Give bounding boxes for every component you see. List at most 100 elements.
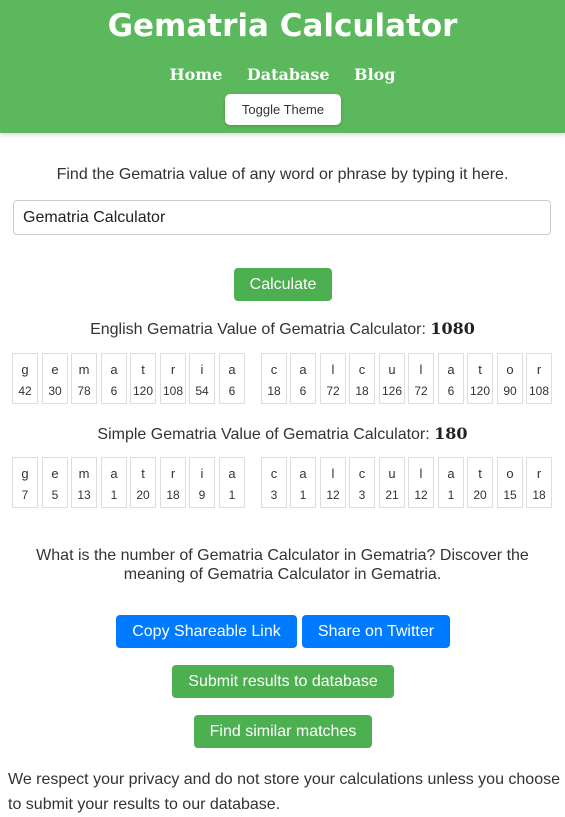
letter-cell: l 12 bbox=[320, 457, 346, 508]
letter-char: g bbox=[21, 362, 29, 377]
letter-cell: g7 bbox=[12, 457, 38, 508]
letter-cell: m 13 bbox=[71, 457, 97, 508]
letter-cell: c 18 bbox=[261, 353, 287, 404]
letter-char: u bbox=[388, 362, 396, 377]
letter-value: 1 bbox=[228, 488, 236, 502]
letter-cell: r 108 bbox=[526, 353, 552, 404]
letter-char: u bbox=[388, 466, 396, 481]
copy-link-button[interactable]: Copy Shareable Link bbox=[116, 615, 297, 648]
letter-cell: a1 bbox=[219, 457, 245, 508]
letter-value: 120 bbox=[132, 384, 154, 398]
share-twitter-button[interactable]: Share on Twitter bbox=[302, 615, 450, 648]
letter-value: 20 bbox=[136, 488, 150, 502]
letter-char: l bbox=[419, 362, 423, 377]
letter-cell: t 20 bbox=[467, 457, 493, 508]
nav-database[interactable]: Database bbox=[247, 65, 330, 84]
letter-char: e bbox=[51, 466, 59, 481]
letter-char: a bbox=[299, 466, 307, 481]
letter-cell: c 18 bbox=[349, 353, 375, 404]
letter-value: 54 bbox=[195, 384, 209, 398]
find-similar-button[interactable]: Find similar matches bbox=[194, 715, 372, 748]
nav-blog[interactable]: Blog bbox=[354, 65, 395, 84]
letter-char: a bbox=[299, 362, 307, 377]
letter-value: 6 bbox=[299, 384, 307, 398]
letter-char: t bbox=[478, 466, 482, 481]
site-header: Gematria Calculator Home Database Blog T… bbox=[0, 0, 565, 133]
letter-value: 20 bbox=[473, 488, 487, 502]
submit-database-button[interactable]: Submit results to database bbox=[172, 665, 394, 698]
letter-cell: i9 bbox=[189, 457, 215, 508]
letter-char: r bbox=[170, 466, 176, 481]
letter-char: t bbox=[141, 466, 145, 481]
letter-cell: u 126 bbox=[379, 353, 405, 404]
letter-value: 18 bbox=[166, 488, 180, 502]
letter-value: 120 bbox=[469, 384, 491, 398]
letter-char: c bbox=[358, 362, 366, 377]
letter-cell: a6 bbox=[290, 353, 316, 404]
calculate-button[interactable]: Calculate bbox=[234, 268, 332, 301]
letter-value: 6 bbox=[110, 384, 118, 398]
letter-cell: u 21 bbox=[379, 457, 405, 508]
letter-char: a bbox=[110, 466, 118, 481]
letter-value: 78 bbox=[77, 384, 91, 398]
letter-char: r bbox=[170, 362, 176, 377]
letter-value: 18 bbox=[532, 488, 546, 502]
letter-char: a bbox=[447, 362, 455, 377]
letter-value: 72 bbox=[326, 384, 340, 398]
letter-value: 90 bbox=[503, 384, 517, 398]
letter-char: o bbox=[506, 362, 514, 377]
phrase-input[interactable] bbox=[13, 200, 551, 235]
letter-char: a bbox=[228, 466, 236, 481]
letter-cell: t 120 bbox=[130, 353, 156, 404]
simple-letter-grid: g 7 e 5 m 13 a 1 t 20 r 18 i 9 a 1 c 3 a 1 l 12 c 3 u 21 l 12 a 1 t 20 o… bbox=[0, 457, 565, 510]
english-total: 1080 bbox=[430, 319, 475, 338]
main-nav: Home Database Blog bbox=[0, 65, 565, 87]
letter-char: t bbox=[141, 362, 145, 377]
letter-value: 9 bbox=[198, 488, 206, 502]
letter-cell: o 90 bbox=[497, 353, 523, 404]
letter-cell: r 18 bbox=[526, 457, 552, 508]
letter-cell: a1 bbox=[290, 457, 316, 508]
letter-cell: e 30 bbox=[42, 353, 68, 404]
letter-value: 6 bbox=[447, 384, 455, 398]
letter-cell: a1 bbox=[438, 457, 464, 508]
letter-value: 13 bbox=[77, 488, 91, 502]
letter-value: 1 bbox=[110, 488, 118, 502]
letter-cell: c3 bbox=[349, 457, 375, 508]
letter-char: a bbox=[110, 362, 118, 377]
letter-cell: a6 bbox=[219, 353, 245, 404]
site-title: Gematria Calculator bbox=[107, 8, 458, 44]
letter-cell: i 54 bbox=[189, 353, 215, 404]
letter-value: 1 bbox=[447, 488, 455, 502]
letter-value: 12 bbox=[414, 488, 428, 502]
letter-cell: a6 bbox=[438, 353, 464, 404]
letter-value: 15 bbox=[503, 488, 517, 502]
letter-value: 21 bbox=[385, 488, 399, 502]
letter-cell: t 120 bbox=[467, 353, 493, 404]
toggle-theme-button[interactable]: Toggle Theme bbox=[225, 94, 341, 125]
letter-char: c bbox=[270, 362, 278, 377]
letter-cell: r 108 bbox=[160, 353, 186, 404]
simple-result-label: Simple Gematria Value of Gematria Calcul… bbox=[97, 426, 430, 443]
letter-char: m bbox=[78, 466, 90, 481]
letter-char: o bbox=[506, 466, 514, 481]
letter-char: a bbox=[228, 362, 236, 377]
letter-char: r bbox=[536, 466, 542, 481]
letter-value: 72 bbox=[414, 384, 428, 398]
letter-cell: a1 bbox=[101, 457, 127, 508]
letter-cell: e5 bbox=[42, 457, 68, 508]
letter-char: i bbox=[200, 466, 204, 481]
letter-char: m bbox=[78, 362, 90, 377]
letter-char: a bbox=[447, 466, 455, 481]
english-letter-grid: g 42 e 30 m 78 a 6 t 120 r 108 i 54 a 6 c 18 a 6 l 72 c 18 u 126 l… bbox=[0, 353, 565, 406]
letter-value: 108 bbox=[162, 384, 184, 398]
letter-char: c bbox=[358, 466, 366, 481]
letter-char: c bbox=[270, 466, 278, 481]
letter-value: 12 bbox=[326, 488, 340, 502]
nav-home[interactable]: Home bbox=[169, 65, 222, 84]
simple-total: 180 bbox=[434, 424, 468, 443]
english-result-label: English Gematria Value of Gematria Calcu… bbox=[90, 321, 426, 338]
letter-value: 30 bbox=[48, 384, 62, 398]
letter-value: 5 bbox=[51, 488, 59, 502]
english-result-heading: English Gematria Value of Gematria Calcu… bbox=[0, 319, 565, 339]
